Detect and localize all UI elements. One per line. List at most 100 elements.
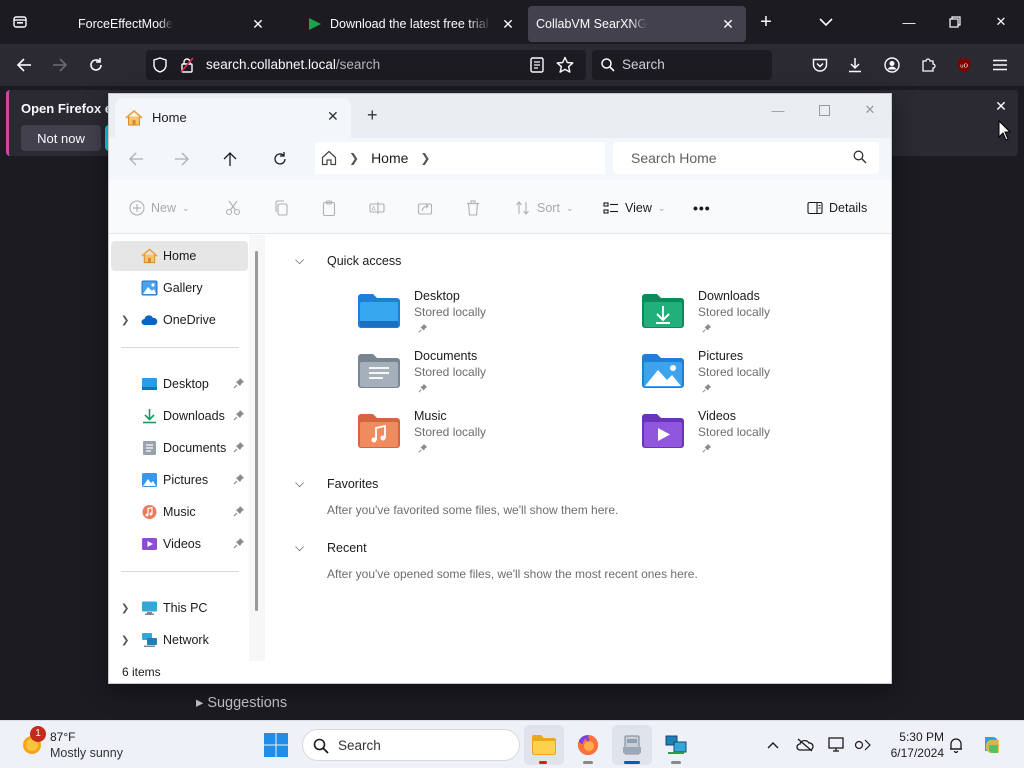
favorites-header[interactable]: ⌵ Favorites (295, 476, 378, 491)
quick-access-pictures[interactable]: Pictures Stored locally (641, 349, 901, 405)
quick-access-downloads[interactable]: Downloads Stored locally (641, 289, 901, 345)
see-more-button[interactable]: ••• (693, 198, 711, 218)
explorer-close-button[interactable]: ✕ (847, 96, 893, 124)
tray-cloud-offline[interactable] (796, 736, 814, 754)
nav-item-music[interactable]: Music (111, 497, 247, 527)
ublock-origin-button[interactable]: uO (950, 52, 978, 78)
browser-tab-1[interactable]: Download the latest free trial version ✕ (304, 6, 522, 42)
breadcrumb-current[interactable]: Home (371, 150, 408, 166)
close-icon[interactable]: ✕ (250, 16, 266, 32)
pin-icon[interactable] (233, 409, 245, 421)
quick-access-header[interactable]: ⌵ Quick access (295, 253, 401, 268)
nav-item-pictures[interactable]: Pictures (111, 465, 247, 495)
chevron-right-icon[interactable]: ❯ (420, 151, 430, 165)
reload-button[interactable] (82, 52, 110, 78)
explorer-maximize-button[interactable] (801, 96, 847, 124)
bookmark-star-icon[interactable] (556, 56, 574, 74)
quick-access-documents[interactable]: Documents Stored locally (357, 349, 617, 405)
nav-item-onedrive[interactable]: ❯ OneDrive (111, 305, 247, 335)
home-outline-icon[interactable] (321, 150, 337, 166)
pin-icon[interactable] (233, 473, 245, 485)
chevron-right-icon[interactable]: ❯ (349, 151, 359, 165)
copilot-button[interactable] (972, 725, 1012, 765)
cut-button[interactable] (225, 198, 241, 218)
delete-button[interactable] (465, 198, 481, 218)
firefox-view-button[interactable] (0, 0, 40, 44)
explorer-tab-home[interactable]: Home ✕ (115, 98, 351, 138)
show-hidden-icons-button[interactable] (764, 736, 782, 754)
close-icon[interactable]: ✕ (327, 108, 339, 125)
taskbar-clock[interactable]: 5:30 PM 6/17/2024 (880, 729, 944, 761)
nav-item-desktop[interactable]: Desktop (111, 369, 247, 399)
nav-item-home[interactable]: Home (111, 241, 248, 271)
explorer-refresh-button[interactable] (265, 146, 295, 172)
nav-item-gallery[interactable]: Gallery (111, 273, 247, 303)
browser-tab-2[interactable]: CollabVM SearXNG ✕ (528, 6, 746, 42)
taskbar-search-box[interactable]: Search (302, 729, 520, 761)
browser-tab-0[interactable]: ForceEffectMode ✕ (58, 6, 276, 42)
pocket-button[interactable] (806, 52, 834, 78)
reader-view-icon[interactable] (530, 57, 544, 73)
explorer-back-button[interactable] (121, 146, 151, 172)
account-button[interactable] (878, 52, 906, 78)
quick-access-videos[interactable]: Videos Stored locally (641, 409, 901, 465)
copy-button[interactable] (273, 198, 289, 218)
close-icon[interactable]: ✕ (720, 16, 736, 32)
breadcrumb[interactable]: ❯ Home ❯ (315, 142, 605, 174)
windows-start-icon[interactable] (262, 731, 290, 759)
explorer-new-tab-button[interactable]: + (367, 105, 378, 126)
chevron-right-icon[interactable]: ❯ (121, 635, 129, 646)
details-pane-button[interactable]: Details (807, 198, 867, 218)
suggestions-toggle[interactable]: ▸ Suggestions (196, 695, 287, 711)
tray-display[interactable] (828, 736, 846, 754)
extensions-button[interactable] (914, 52, 942, 78)
taskbar-firefox[interactable] (568, 725, 608, 765)
taskbar-file-explorer[interactable] (524, 725, 564, 765)
chevron-right-icon[interactable]: ❯ (121, 603, 129, 614)
share-button[interactable] (417, 198, 433, 218)
explorer-forward-button[interactable] (167, 146, 197, 172)
new-button[interactable]: New ⌄ (129, 198, 190, 218)
pin-icon[interactable] (233, 505, 245, 517)
rename-button[interactable]: A (369, 198, 385, 218)
sort-button[interactable]: Sort ⌄ (515, 198, 573, 218)
paste-button[interactable] (321, 198, 337, 218)
nav-scrollbar-thumb[interactable] (255, 251, 258, 611)
nav-item-downloads[interactable]: Downloads (111, 401, 247, 431)
quick-access-music[interactable]: Music Stored locally (357, 409, 617, 465)
quick-access-desktop[interactable]: Desktop Stored locally (357, 289, 617, 345)
lock-insecure-icon[interactable] (180, 57, 194, 73)
tray-network-volume[interactable] (854, 736, 872, 754)
explorer-search-box[interactable]: Search Home (613, 142, 879, 174)
forward-button[interactable] (46, 52, 74, 78)
close-icon[interactable]: ✕ (500, 16, 516, 32)
browser-search-bar[interactable]: Search (592, 50, 772, 80)
explorer-up-button[interactable] (215, 146, 245, 172)
pin-icon[interactable] (233, 441, 245, 453)
nav-item-this-pc[interactable]: ❯ This PC (111, 593, 247, 623)
taskbar-network-app[interactable] (656, 725, 696, 765)
minimize-button[interactable]: — (886, 0, 932, 44)
notifications-button[interactable] (947, 736, 965, 754)
nav-item-documents[interactable]: Documents (111, 433, 247, 463)
pin-icon[interactable] (233, 377, 245, 389)
recent-header[interactable]: ⌵ Recent (295, 540, 367, 555)
restore-button[interactable] (932, 0, 978, 44)
back-button[interactable] (10, 52, 38, 78)
taskbar-installer-app[interactable] (612, 725, 652, 765)
app-menu-button[interactable] (986, 52, 1014, 78)
downloads-button[interactable] (841, 52, 869, 78)
weather-widget[interactable]: 1 87°F Mostly sunny (18, 726, 158, 763)
pin-icon[interactable] (233, 537, 245, 549)
nav-item-network[interactable]: ❯ Network (111, 625, 247, 655)
nav-item-videos[interactable]: Videos (111, 529, 247, 559)
not-now-button[interactable]: Not now (21, 125, 101, 151)
chevron-right-icon[interactable]: ❯ (121, 315, 129, 326)
view-button[interactable]: View ⌄ (603, 198, 665, 218)
explorer-minimize-button[interactable]: — (755, 96, 801, 124)
new-tab-button[interactable]: + (746, 2, 786, 42)
close-icon[interactable]: ✕ (992, 98, 1010, 116)
list-all-tabs-button[interactable] (814, 10, 838, 34)
url-bar[interactable]: search.collabnet.local/search (146, 50, 586, 80)
close-window-button[interactable]: ✕ (978, 0, 1024, 44)
